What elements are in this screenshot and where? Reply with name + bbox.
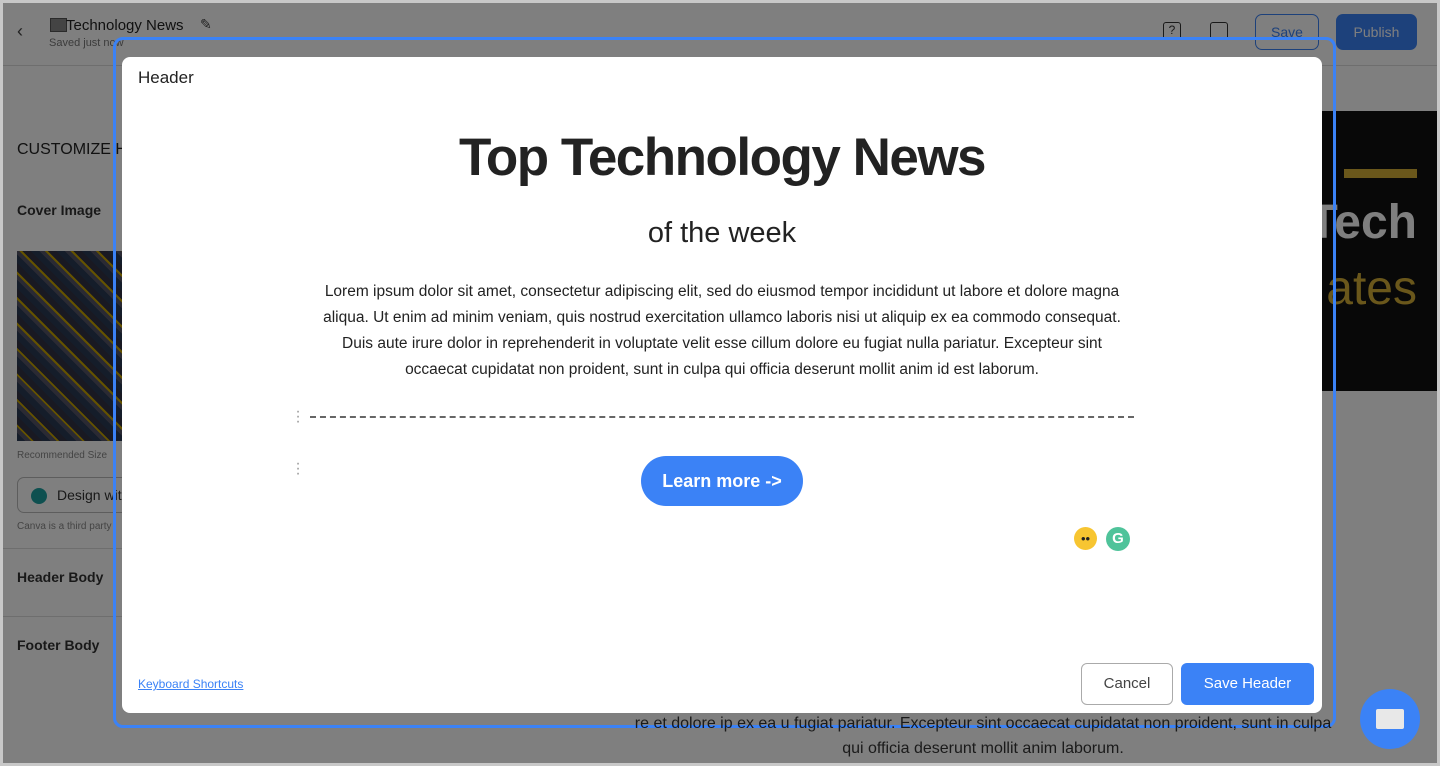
preview-body-text: re et dolore ip ex ea u fugiat pariatur.…: [634, 715, 1332, 757]
drag-handle-icon[interactable]: · · ·: [295, 404, 301, 430]
grammarly-icon[interactable]: G: [1106, 527, 1130, 551]
page-editor: ‹ Technology News ✎ Saved just now ? Sav…: [3, 3, 1437, 763]
header-subheading[interactable]: of the week: [122, 217, 1322, 250]
drag-handle-icon[interactable]: · · ·: [295, 456, 301, 482]
modal-title: Header: [138, 68, 194, 87]
chat-bubble-icon: [1376, 709, 1404, 729]
divider: [310, 416, 1134, 418]
header-paragraph[interactable]: Lorem ipsum dolor sit amet, consectetur …: [312, 279, 1132, 383]
learn-more-button[interactable]: Learn more ->: [641, 456, 803, 506]
neutral-face-emoji-icon[interactable]: ••: [1074, 527, 1097, 550]
save-header-button[interactable]: Save Header: [1181, 663, 1314, 705]
header-heading[interactable]: Top Technology News: [122, 127, 1322, 188]
chat-button[interactable]: [1360, 689, 1420, 749]
cancel-button[interactable]: Cancel: [1081, 663, 1173, 705]
keyboard-shortcuts-link[interactable]: Keyboard Shortcuts: [138, 677, 243, 691]
header-editor-modal: Header Top Technology News of the week L…: [122, 57, 1322, 713]
